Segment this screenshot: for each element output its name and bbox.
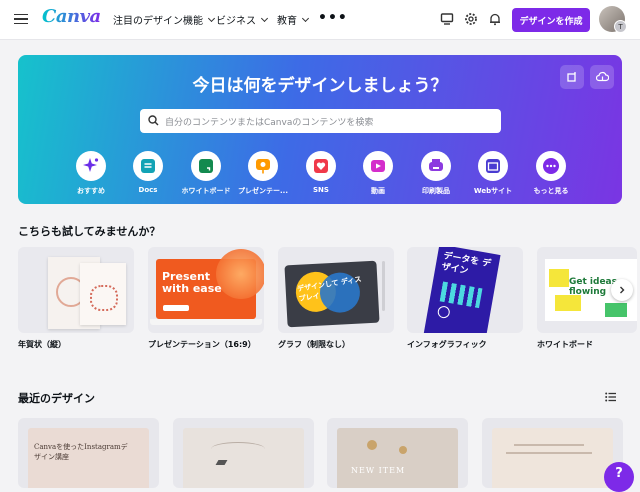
cloud-upload-icon (595, 71, 609, 82)
video-icon (371, 160, 385, 172)
infographic-preview: データを デザイン (423, 247, 501, 333)
recent-design-item[interactable] (482, 418, 623, 488)
recent-design-text: Canvaを使ったInstagramデザイン講座 (34, 443, 128, 461)
newyear-card-preview-2 (80, 263, 126, 325)
category-print[interactable]: 印刷製品 (406, 151, 466, 196)
nav-education[interactable]: 教育 (277, 12, 310, 27)
recent-design-item[interactable]: Canvaを使ったInstagramデザイン講座 (18, 418, 159, 488)
category-label: プレゼンテー... (238, 187, 288, 195)
nav-business-label: ビジネス (216, 16, 256, 27)
carousel-next-button[interactable] (611, 279, 633, 301)
category-label: おすすめ (77, 187, 105, 195)
whiteboard-icon (199, 159, 213, 173)
more-icon (543, 158, 559, 174)
infographic-preview-text: データを デザイン (440, 251, 492, 277)
suggestion-card-graph[interactable]: デザインして ディスプレイ (278, 247, 394, 333)
more-nav-button[interactable]: ••• (318, 10, 348, 26)
suggestion-label: 年賀状（縦） (18, 340, 66, 349)
category-circle (248, 151, 278, 181)
category-label: 動画 (371, 187, 385, 195)
category-recommended[interactable]: おすすめ (61, 151, 121, 196)
heart-icon (314, 159, 328, 173)
monitor-icon[interactable] (440, 12, 454, 26)
category-circle (421, 151, 451, 181)
nav-business[interactable]: ビジネス (216, 12, 269, 27)
nav-featured-label: 注目のデザイン機能 (113, 16, 203, 27)
search-input[interactable]: 自分のコンテンツまたはCanvaのコンテンツを検索 (140, 109, 501, 133)
crop-icon (567, 72, 576, 82)
category-circle (133, 151, 163, 181)
category-label: SNS (313, 186, 329, 194)
category-circle (363, 151, 393, 181)
suggestion-label: プレゼンテーション（16:9） (148, 340, 256, 349)
docs-icon (141, 159, 155, 173)
custom-size-button[interactable] (560, 65, 584, 89)
recent-design-item[interactable]: NEW ITEM (327, 418, 468, 488)
help-button[interactable]: ? (604, 462, 634, 492)
search-placeholder: 自分のコンテンツまたはCanvaのコンテンツを検索 (165, 118, 374, 128)
category-circle (536, 151, 566, 181)
category-video[interactable]: 動画 (348, 151, 408, 196)
recent-design-item[interactable] (173, 418, 314, 488)
upload-button[interactable] (590, 65, 614, 89)
sparkle-icon (83, 158, 99, 172)
category-presentation[interactable]: プレゼンテー... (233, 151, 293, 196)
recent-design-text: NEW ITEM (351, 466, 406, 475)
chevron-down-icon (207, 14, 216, 22)
category-label: ホワイトボード (181, 187, 231, 195)
recent-design-thumbnail (492, 428, 613, 488)
suggestion-card-newyear[interactable] (18, 247, 134, 333)
recent-design-thumbnail (183, 428, 304, 488)
print-icon (429, 159, 443, 171)
team-badge: T (614, 20, 627, 33)
category-label: 印刷製品 (422, 187, 450, 195)
recent-design-thumbnail: Canvaを使ったInstagramデザイン講座 (28, 428, 149, 488)
menu-icon[interactable] (14, 12, 28, 26)
suggestion-card-presentation[interactable]: Present with ease (148, 247, 264, 333)
presentation-preview-text: Present with ease (162, 270, 222, 295)
category-circle (76, 151, 106, 181)
search-icon (148, 115, 159, 126)
list-view-icon[interactable] (605, 392, 616, 402)
suggestion-label: ホワイトボード (537, 340, 593, 349)
category-label: Webサイト (473, 187, 513, 195)
recent-title: 最近のデザイン (18, 392, 95, 405)
hero-title: 今日は何をデザインしましょう？ (192, 76, 448, 96)
category-sns[interactable]: SNS (291, 151, 351, 194)
gear-icon[interactable] (464, 12, 478, 26)
category-docs[interactable]: Docs (118, 151, 178, 194)
website-icon (486, 159, 500, 173)
suggestion-card-infographic[interactable]: データを デザイン (407, 247, 523, 333)
category-circle (306, 151, 336, 181)
category-circle (478, 151, 508, 181)
top-bar: Canva 注目のデザイン機能 ビジネス 教育 ••• デザインを作成 T (0, 0, 640, 40)
bell-icon[interactable] (488, 12, 502, 26)
graph-preview: デザインして ディスプレイ (284, 260, 380, 328)
category-website[interactable]: Webサイト (463, 151, 523, 196)
nav-education-label: 教育 (277, 16, 297, 27)
suggestion-label: グラフ（制限なし） (278, 340, 350, 349)
recent-design-thumbnail: NEW ITEM (337, 428, 458, 488)
category-more[interactable]: もっと見る (521, 151, 581, 196)
presentation-preview: Present with ease (156, 249, 264, 319)
chevron-down-icon (301, 14, 310, 22)
category-circle (191, 151, 221, 181)
chevron-down-icon (260, 14, 269, 22)
category-whiteboard[interactable]: ホワイトボード (176, 151, 236, 196)
chevron-right-icon (620, 286, 625, 294)
hero-banner: 今日は何をデザインしましょう？ 自分のコンテンツまたはCanvaのコンテンツを検… (18, 55, 622, 204)
nav-featured[interactable]: 注目のデザイン機能 (113, 12, 216, 27)
category-label: Docs (138, 186, 158, 194)
suggestion-label: インフォグラフィック (407, 340, 487, 349)
presentation-icon (256, 159, 270, 174)
canva-logo[interactable]: Canva (42, 6, 101, 27)
create-design-button[interactable]: デザインを作成 (512, 8, 590, 32)
category-label: もっと見る (533, 187, 569, 195)
suggestions-title: こちらも試してみませんか？ (18, 225, 161, 238)
